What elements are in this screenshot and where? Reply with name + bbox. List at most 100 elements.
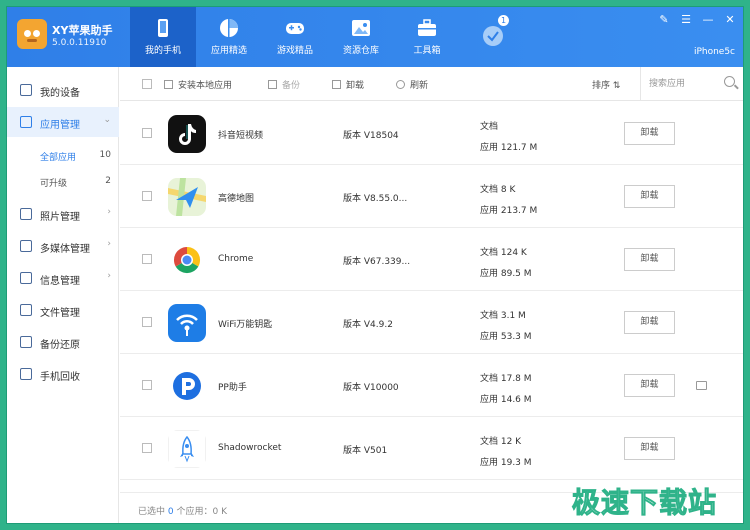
tab-game-picks[interactable]: 游戏精品 [262, 7, 328, 67]
install-icon [164, 80, 173, 89]
watermark-logo: 极速下载站 [571, 486, 718, 520]
uninstall-app-button[interactable]: 卸载 [624, 311, 675, 334]
app-name: 抖音短视频 [218, 131, 264, 141]
chevron-right-icon: › [107, 239, 111, 249]
app-size: 应用 19.3 M [480, 458, 532, 468]
app-name: Shadowrocket [218, 443, 282, 453]
backup-icon [20, 336, 32, 348]
sidebar-item-recycle[interactable]: 手机回收 [7, 359, 119, 389]
tab-my-phone[interactable]: 我的手机 [130, 7, 196, 67]
app-name: Chrome [218, 254, 254, 264]
chevron-down-icon: ⌄ [103, 115, 111, 125]
row-checkbox[interactable] [142, 443, 152, 453]
uninstall-app-button[interactable]: 卸载 [624, 437, 675, 460]
search-icon[interactable] [724, 76, 735, 87]
app-version: 5.0.0.11910 [52, 38, 107, 48]
app-version: 版本 V4.9.2 [343, 320, 393, 330]
backup-button[interactable]: 备份 [268, 78, 300, 91]
phone-icon [158, 19, 168, 37]
search-input[interactable] [649, 77, 719, 91]
uninstall-app-button[interactable]: 卸载 [624, 185, 675, 208]
row-checkbox[interactable] [142, 128, 152, 138]
app-doc-size: 文档 124 K [480, 248, 527, 258]
app-name: 高德地图 [218, 194, 255, 204]
selection-status: 已选中 0 个应用：0 K [138, 507, 227, 517]
row-checkbox[interactable] [142, 191, 152, 201]
check-circle-icon [483, 26, 503, 46]
trash-icon [332, 80, 341, 89]
menu-icon[interactable]: ☰ [679, 13, 693, 27]
sidebar-item-app-manager[interactable]: 应用管理 ⌄ [7, 107, 119, 137]
folder-icon [20, 304, 32, 316]
sidebar-item-my-device[interactable]: 我的设备 [7, 75, 119, 105]
search-box [640, 67, 743, 101]
row-checkbox[interactable] [142, 317, 152, 327]
row-checkbox[interactable] [142, 380, 152, 390]
app-size: 应用 121.7 M [480, 143, 538, 153]
refresh-button[interactable]: 刷新 [396, 78, 428, 91]
app-row: Shadowrocket 版本 V501 文档 12 K 应用 19.3 M 卸… [120, 417, 743, 480]
rocket-icon [168, 430, 206, 468]
recycle-icon [20, 368, 32, 380]
app-name: WiFi万能钥匙 [218, 320, 273, 330]
sidebar-subitem-all-apps[interactable]: 全部应用 10 [7, 143, 119, 169]
app-size: 应用 53.3 M [480, 332, 532, 342]
app-window: XY苹果助手 5.0.0.11910 我的手机 应用精选 游戏精品 资源仓库 工… [6, 6, 744, 524]
uninstall-app-button[interactable]: 卸载 [624, 248, 675, 271]
app-doc-size: 文档 17.8 M [480, 374, 532, 384]
sidebar-item-photos[interactable]: 照片管理 › [7, 199, 119, 229]
media-icon [20, 240, 32, 252]
uninstall-app-button[interactable]: 卸载 [624, 122, 675, 145]
app-version: 版本 V10000 [343, 383, 399, 393]
app-row: Chrome 版本 V67.339... 文档 124 K 应用 89.5 M … [120, 228, 743, 291]
app-doc-size: 文档 12 K [480, 437, 522, 447]
app-size: 应用 213.7 M [480, 206, 538, 216]
app-row: WiFi万能钥匙 版本 V4.9.2 文档 3.1 M 应用 53.3 M 卸载 [120, 291, 743, 354]
toolbar: 安装本地应用 备份 卸载 刷新 排序 ⇅ [120, 67, 743, 101]
tab-app-picks[interactable]: 应用精选 [196, 7, 262, 67]
tab-tasks[interactable]: 1 [460, 7, 526, 67]
chevron-right-icon: › [107, 271, 111, 281]
uninstall-button[interactable]: 卸载 [332, 78, 364, 91]
app-row: PP助手 版本 V10000 文档 17.8 M 应用 14.6 M 卸载 [120, 354, 743, 417]
chevron-right-icon: › [107, 207, 111, 217]
app-row: 高德地图 版本 V8.55.0... 文档 8 K 应用 213.7 M 卸载 [120, 165, 743, 228]
close-icon[interactable]: ✕ [723, 13, 737, 27]
app-row: 抖音短视频 版本 V18504 文档 应用 121.7 M 卸载 [120, 102, 743, 165]
tiktok-icon [168, 115, 206, 153]
open-folder-icon[interactable] [696, 381, 707, 390]
sort-icon: ⇅ [612, 81, 621, 91]
app-doc-size: 文档 [480, 122, 499, 132]
app-version: 版本 V67.339... [343, 257, 411, 267]
app-list: 抖音短视频 版本 V18504 文档 应用 121.7 M 卸载 高德地图 版本… [120, 102, 743, 482]
sidebar-item-media[interactable]: 多媒体管理 › [7, 231, 119, 261]
wifi-key-icon [168, 304, 206, 342]
app-version: 版本 V8.55.0... [343, 194, 408, 204]
sidebar-item-files[interactable]: 文件管理 [7, 295, 119, 325]
sidebar-item-messages[interactable]: 信息管理 › [7, 263, 119, 293]
chrome-icon [168, 241, 206, 279]
image-icon [352, 20, 370, 36]
sidebar-subitem-upgradable[interactable]: 可升级 2 [7, 169, 119, 195]
row-checkbox[interactable] [142, 254, 152, 264]
toolbox-icon [418, 19, 436, 36]
minimize-icon[interactable]: — [701, 13, 715, 27]
sidebar-item-backup[interactable]: 备份还原 [7, 327, 119, 357]
sort-button[interactable]: 排序 ⇅ [592, 78, 620, 91]
tab-resources[interactable]: 资源仓库 [328, 7, 394, 67]
app-name: PP助手 [218, 383, 247, 393]
tab-toolbox[interactable]: 工具箱 [394, 7, 460, 67]
message-icon [20, 272, 32, 284]
skin-icon[interactable]: ✎ [657, 13, 671, 27]
app-version: 版本 V18504 [343, 131, 399, 141]
select-all-checkbox[interactable] [142, 79, 152, 89]
photo-icon [20, 208, 32, 220]
device-name[interactable]: iPhone5c [694, 47, 735, 57]
install-local-button[interactable]: 安装本地应用 [164, 78, 232, 91]
app-title: XY苹果助手 [52, 24, 113, 37]
app-doc-size: 文档 8 K [480, 185, 516, 195]
app-size: 应用 14.6 M [480, 395, 532, 405]
app-size: 应用 89.5 M [480, 269, 532, 279]
uninstall-app-button[interactable]: 卸载 [624, 374, 675, 397]
device-icon [20, 84, 32, 96]
